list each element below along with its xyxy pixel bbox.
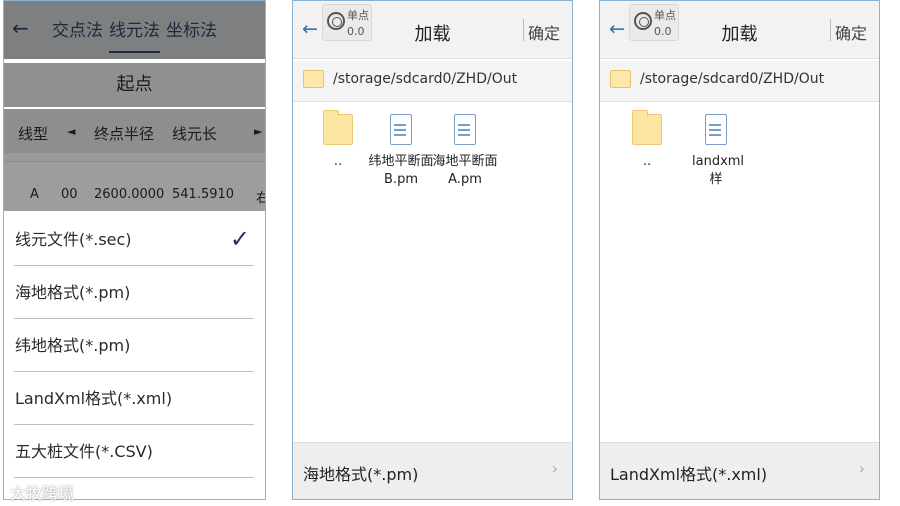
divider — [830, 19, 831, 41]
current-path: /storage/sdcard0/ZHD/Out — [640, 71, 825, 87]
cell-element-length: 541.5910 — [172, 187, 235, 202]
option-label: 纬地格式(*.pm) — [15, 336, 131, 355]
option-label: 五大桩文件(*.CSV) — [15, 442, 153, 461]
folder-icon — [323, 110, 353, 145]
cell-direction: 右 — [256, 187, 265, 206]
format-label: LandXml格式(*.xml) — [610, 465, 768, 484]
column-end-radius: 终点半径 — [94, 125, 155, 143]
option-weidi-format[interactable]: 纬地格式(*.pm) — [14, 319, 254, 372]
file-name: .. — [333, 154, 343, 169]
file-name: landxml样 — [692, 154, 745, 187]
file-item-parent[interactable]: .. — [611, 110, 683, 171]
start-point-button[interactable]: 起点 — [4, 63, 265, 107]
cell-end-radius: 2600.0000 — [94, 187, 165, 202]
cell-line-type: A — [30, 187, 39, 202]
title-bar: ← 单点 0.0 加载 确定 — [293, 1, 572, 59]
chevron-right-icon: › — [551, 459, 558, 478]
option-landxml-format[interactable]: LandXml格式(*.xml) — [14, 372, 254, 425]
path-bar: /storage/sdcard0/ZHD/Out — [600, 61, 879, 102]
file-name: 海地平断面A.pm — [432, 154, 498, 187]
option-haidi-format[interactable]: 海地格式(*.pm) — [14, 266, 254, 319]
option-label: 海地格式(*.pm) — [15, 283, 131, 302]
table-header: 线型 ◄ 终点半径 线元长 ► — [4, 109, 265, 153]
document-icon — [390, 114, 412, 145]
cell-code: 00 — [61, 187, 78, 202]
scroll-left-icon[interactable]: ◄ — [67, 125, 75, 138]
file-item-parent[interactable]: .. — [302, 110, 374, 171]
confirm-button[interactable]: 确定 — [528, 20, 560, 44]
method-tab-bar: ← 交点法 线元法 坐标法 — [4, 1, 265, 59]
format-selector[interactable]: LandXml格式(*.xml) › — [600, 442, 879, 499]
folder-icon — [632, 110, 662, 145]
folder-icon — [610, 70, 631, 88]
file-name: 纬地平断面B.pm — [368, 154, 434, 187]
option-five-stake-file[interactable]: 五大桩文件(*.CSV) — [14, 425, 254, 478]
option-sec-file[interactable]: 线元文件(*.sec) ✓ — [14, 213, 254, 266]
column-line-type: 线型 — [18, 125, 49, 143]
path-bar: /storage/sdcard0/ZHD/Out — [293, 61, 572, 102]
folder-icon — [303, 70, 324, 88]
file-name: .. — [642, 154, 652, 169]
file-item-weidi[interactable]: 纬地平断面B.pm — [366, 114, 436, 189]
chevron-right-icon: › — [858, 459, 865, 478]
file-item-haidi[interactable]: 海地平断面A.pm — [430, 114, 500, 189]
watermark: 大牧跨境 — [10, 484, 75, 503]
option-label: LandXml格式(*.xml) — [15, 389, 173, 408]
format-options-list: 线元文件(*.sec) ✓ 海地格式(*.pm) 纬地格式(*.pm) Land… — [4, 212, 265, 499]
title-bar: ← 单点 0.0 加载 确定 — [600, 1, 879, 59]
arrow-left-icon[interactable]: ← — [12, 16, 29, 40]
table-row-partial — [4, 153, 265, 161]
document-icon — [454, 114, 476, 145]
format-label: 海地格式(*.pm) — [303, 465, 419, 484]
option-label: 线元文件(*.sec) — [15, 230, 132, 249]
scroll-right-icon[interactable]: ► — [254, 125, 262, 138]
current-path: /storage/sdcard0/ZHD/Out — [333, 71, 518, 87]
line-element-panel: ← 交点法 线元法 坐标法 起点 线型 ◄ 终点半径 线元长 ► A 00 26… — [3, 0, 266, 500]
file-item-landxml[interactable]: landxml样 — [680, 114, 752, 189]
document-icon — [705, 114, 727, 145]
load-file-panel-haidi: ← 单点 0.0 加载 确定 /storage/sdcard0/ZHD/Out … — [292, 0, 573, 500]
table-row[interactable]: A 00 2600.0000 541.5910 右 — [4, 161, 265, 211]
checkmark-icon: ✓ — [229, 225, 250, 253]
column-element-length: 线元长 — [172, 125, 218, 143]
tab-line-element-method[interactable]: 线元法 — [109, 16, 160, 53]
confirm-button[interactable]: 确定 — [835, 20, 867, 44]
tab-intersection-method[interactable]: 交点法 — [52, 16, 103, 41]
format-selector[interactable]: 海地格式(*.pm) › — [293, 442, 572, 499]
tab-coordinate-method[interactable]: 坐标法 — [166, 16, 217, 41]
load-file-panel-landxml: ← 单点 0.0 加载 确定 /storage/sdcard0/ZHD/Out … — [599, 0, 880, 500]
divider — [523, 19, 524, 41]
